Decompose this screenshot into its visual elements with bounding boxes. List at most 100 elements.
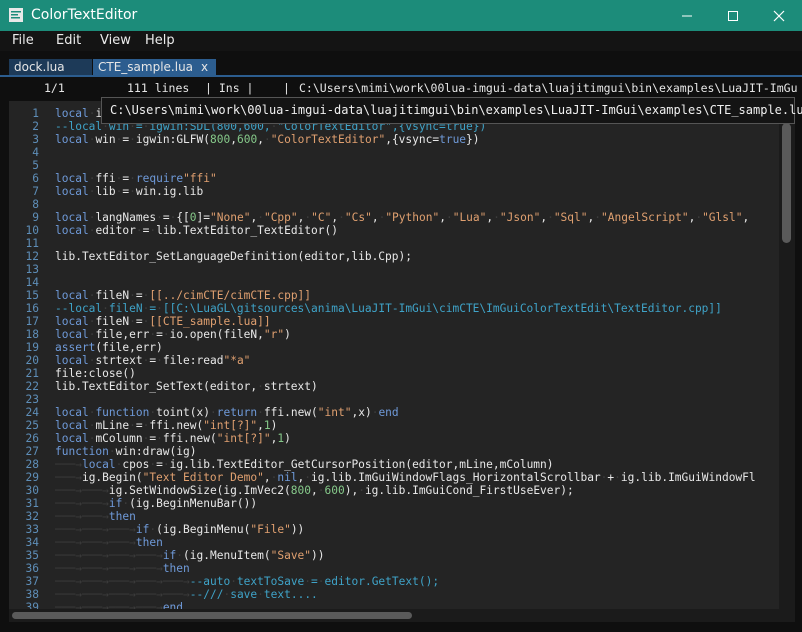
close-icon bbox=[773, 10, 785, 22]
tab-close-icon[interactable]: x bbox=[201, 59, 208, 76]
code-line[interactable]: 4 bbox=[9, 146, 795, 159]
code-line[interactable]: 29 ───→ig.Begin("Text Editor Demo",·nil,·… bbox=[9, 471, 795, 484]
line-number: 32 bbox=[25, 510, 39, 523]
tab-cte-sample-lua[interactable]: CTE_sample.lua x bbox=[93, 59, 216, 76]
code-line[interactable]: 8 bbox=[9, 198, 795, 211]
line-number: 20 bbox=[25, 354, 39, 367]
code-line[interactable]: 7 local·lib·=·win.ig.lib bbox=[9, 185, 795, 198]
line-code: local·file,err·=·io.open(fileN,"r") bbox=[55, 328, 291, 341]
line-code: local·mColumn·=·ffi.new("int[?]",1) bbox=[55, 432, 291, 445]
file-path: C:\Users\mimi\work\00lua-imgui-data\luaj… bbox=[299, 81, 798, 95]
maximize-button[interactable] bbox=[710, 0, 756, 31]
code-line[interactable]: 12 lib.TextEditor_SetLanguageDefinition(e… bbox=[9, 250, 795, 263]
code-line[interactable]: 21 file:close() bbox=[9, 367, 795, 380]
minimize-icon bbox=[682, 15, 692, 17]
line-count: 111 lines bbox=[127, 81, 190, 95]
code-line[interactable]: 22 lib.TextEditor_SetText(editor,·strtext… bbox=[9, 380, 795, 393]
line-code: ───→───→if·(ig.BeginMenuBar()) bbox=[55, 497, 258, 510]
code-line[interactable]: 13 bbox=[9, 263, 795, 276]
menu-edit[interactable]: Edit bbox=[56, 33, 81, 49]
horizontal-scroll-thumb[interactable] bbox=[12, 612, 412, 619]
code-line[interactable]: 26 local·mColumn·=·ffi.new("int[?]",1) bbox=[9, 432, 795, 445]
code-line[interactable]: 32 ───→───→then bbox=[9, 510, 795, 523]
code-editor[interactable]: 1 local·i 2 --local·win·=·igwin:SDL(800,600… bbox=[9, 101, 795, 609]
code-line[interactable]: 24 local·function·toint(x)·return·ffi.new… bbox=[9, 406, 795, 419]
tab-label: CTE_sample.lua bbox=[98, 60, 194, 74]
code-line[interactable]: 20 local·strtext·=·file:read"*a" bbox=[9, 354, 795, 367]
line-code: ───→ig.Begin("Text Editor Demo",·nil,·ig… bbox=[55, 471, 756, 484]
line-number: 15 bbox=[25, 289, 39, 302]
line-number: 6 bbox=[32, 172, 39, 185]
line-number: 19 bbox=[25, 341, 39, 354]
status-separator: | bbox=[283, 81, 290, 95]
code-line[interactable]: 35 ───→───→───→───→if·(ig.MenuItem("Save"… bbox=[9, 549, 795, 562]
code-line[interactable]: 19 assert(file,err) bbox=[9, 341, 795, 354]
code-line[interactable]: 3 local·win·=·igwin:GLFW(800,600,·"ColorT… bbox=[9, 133, 795, 146]
line-number: 36 bbox=[25, 562, 39, 575]
code-line[interactable]: 25 local·mLine·=·ffi.new("int[?]",1) bbox=[9, 419, 795, 432]
line-code: function·win:draw(ig) bbox=[55, 445, 197, 458]
line-number: 18 bbox=[25, 328, 39, 341]
code-line[interactable]: 10 local·editor·=·lib.TextEditor_TextEdit… bbox=[9, 224, 795, 237]
line-code: local·strtext·=·file:read"*a" bbox=[55, 354, 251, 367]
line-code: ───→───→───→───→then bbox=[55, 562, 190, 575]
code-line[interactable]: 28 ───→local·cpos·=·ig.lib.TextEditor_Get… bbox=[9, 458, 795, 471]
line-code: local·mLine·=·ffi.new("int[?]",1) bbox=[55, 419, 278, 432]
line-code: local·fileN·=·[[CTE_sample.lua]] bbox=[55, 315, 271, 328]
line-number: 17 bbox=[25, 315, 39, 328]
status-bar: 1/1 111 lines | Ins | | C:\Users\mimi\wo… bbox=[0, 77, 802, 99]
line-number: 2 bbox=[32, 120, 39, 133]
line-number: 13 bbox=[25, 263, 39, 276]
menu-file[interactable]: File bbox=[12, 33, 34, 49]
line-code: ───→───→───→───→───→--///·save·text.... bbox=[55, 588, 318, 601]
code-line[interactable]: 6 local·ffi·=·require"ffi" bbox=[9, 172, 795, 185]
code-line[interactable]: 39 ───→───→───→───→end bbox=[9, 601, 795, 609]
menu-view[interactable]: View bbox=[100, 33, 131, 49]
code-line[interactable]: 27 function·win:draw(ig) bbox=[9, 445, 795, 458]
line-number: 29 bbox=[25, 471, 39, 484]
line-code: ───→local·cpos·=·ig.lib.TextEditor_GetCu… bbox=[55, 458, 554, 471]
code-line[interactable]: 14 bbox=[9, 276, 795, 289]
code-line[interactable]: 9 local·langNames·=·{[0]="None",·"Cpp",·"… bbox=[9, 211, 795, 224]
line-number: 35 bbox=[25, 549, 39, 562]
horizontal-scrollbar[interactable] bbox=[9, 609, 795, 622]
code-line[interactable]: 38 ───→───→───→───→───→--///·save·text...… bbox=[9, 588, 795, 601]
code-line[interactable]: 37 ───→───→───→───→───→--auto·textToSave·… bbox=[9, 575, 795, 588]
code-line[interactable]: 36 ───→───→───→───→then bbox=[9, 562, 795, 575]
code-line[interactable]: 11 bbox=[9, 237, 795, 250]
line-code: ───→───→───→───→end bbox=[55, 601, 184, 609]
line-number: 7 bbox=[32, 185, 39, 198]
title-bar: ColorTextEditor bbox=[0, 0, 802, 31]
code-line[interactable]: 18 local·file,err·=·io.open(fileN,"r") bbox=[9, 328, 795, 341]
code-line[interactable]: 16 --local·fileN·=·[[C:\LuaGL\gitsources\… bbox=[9, 302, 795, 315]
line-number: 9 bbox=[32, 211, 39, 224]
line-number: 21 bbox=[25, 367, 39, 380]
menu-help[interactable]: Help bbox=[145, 33, 175, 49]
vertical-scroll-thumb[interactable] bbox=[782, 123, 791, 243]
line-code: local·i bbox=[55, 107, 103, 120]
line-code: local·win·=·igwin:GLFW(800,600,·"ColorTe… bbox=[55, 133, 480, 146]
line-code: ───→───→then bbox=[55, 510, 136, 523]
window-title: ColorTextEditor bbox=[31, 7, 138, 23]
code-line[interactable]: 5 bbox=[9, 159, 795, 172]
close-button[interactable] bbox=[756, 0, 802, 31]
line-code: lib.TextEditor_SetText(editor,·strtext) bbox=[55, 380, 318, 393]
code-line[interactable]: 33 ───→───→───→if·(ig.BeginMenu("File")) bbox=[9, 523, 795, 536]
code-line[interactable]: 30 ───→───→ig.SetWindowSize(ig.ImVec2(800… bbox=[9, 484, 795, 497]
vertical-scrollbar[interactable] bbox=[779, 101, 795, 609]
minimize-button[interactable] bbox=[664, 0, 710, 31]
line-number: 5 bbox=[32, 159, 39, 172]
code-line[interactable]: 23 bbox=[9, 393, 795, 406]
menu-bar: File Edit View Help bbox=[0, 31, 802, 51]
line-code: ───→───→───→───→───→--auto·textToSave·=·… bbox=[55, 575, 440, 588]
tab-label: dock.lua bbox=[14, 60, 65, 74]
code-line[interactable]: 34 ───→───→───→then bbox=[9, 536, 795, 549]
tab-dock-lua[interactable]: dock.lua bbox=[9, 59, 92, 76]
line-code: ───→───→───→then bbox=[55, 536, 163, 549]
path-tooltip: C:\Users\mimi\work\00lua-imgui-data\luaj… bbox=[101, 97, 802, 124]
line-number: 30 bbox=[25, 484, 39, 497]
code-line[interactable]: 31 ───→───→if·(ig.BeginMenuBar()) bbox=[9, 497, 795, 510]
code-line[interactable]: 17 local·fileN·=·[[CTE_sample.lua]] bbox=[9, 315, 795, 328]
code-line[interactable]: 15 local·fileN·=·[[../cimCTE/cimCTE.cpp]] bbox=[9, 289, 795, 302]
line-code: local·fileN·=·[[../cimCTE/cimCTE.cpp]] bbox=[55, 289, 312, 302]
